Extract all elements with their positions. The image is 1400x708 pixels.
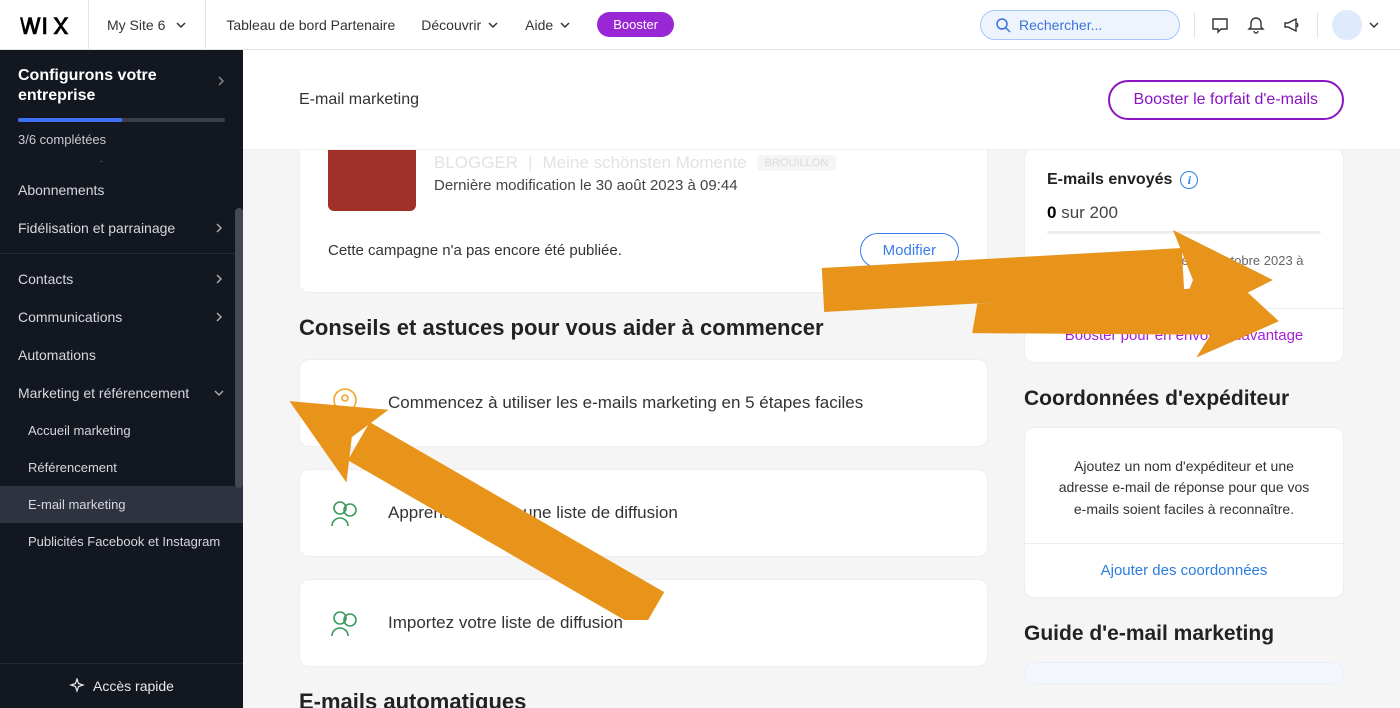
chevron-right-icon <box>213 311 225 323</box>
inbox-icon[interactable] <box>1209 14 1231 36</box>
avatar <box>1332 10 1362 40</box>
sidebar-setup[interactable]: Configurons votre entreprise 3/6 complét… <box>0 50 243 161</box>
campaign-card: BLOGGER | Meine schönsten Momente BROUIL… <box>299 128 988 293</box>
account-menu[interactable] <box>1332 10 1380 40</box>
setup-title: Configurons votre entreprise <box>18 66 225 106</box>
chevron-down-icon <box>1368 19 1380 31</box>
nav-discover[interactable]: Découvrir <box>421 17 499 33</box>
page-title: E-mail marketing <box>299 91 419 109</box>
guide-card-top <box>1024 662 1344 684</box>
sidebar-nav: Formules de paiement Abonnements Fidélis… <box>0 161 243 663</box>
quick-access[interactable]: Accès rapide <box>0 663 243 708</box>
emails-sent-card: E-mails envoyés i 0 sur 200 Ce solde ser… <box>1024 148 1344 363</box>
draft-badge: BROUILLON <box>757 155 837 171</box>
edit-campaign-button[interactable]: Modifier <box>860 233 959 268</box>
chevron-right-icon <box>213 222 225 234</box>
chevron-down-icon <box>559 19 571 31</box>
sidebar-sub-seo[interactable]: Référencement <box>0 449 243 486</box>
sidebar-item-loyalty[interactable]: Fidélisation et parrainage <box>0 209 243 247</box>
divider <box>0 253 243 254</box>
boost-more-link[interactable]: Booster pour en envoyer davantage <box>1047 327 1321 344</box>
sidebar-item-automations[interactable]: Automations <box>0 336 243 374</box>
topbar: My Site 6 Tableau de bord Partenaire Déc… <box>0 0 1400 50</box>
tip-get-started[interactable]: Commencez à utiliser les e-mails marketi… <box>299 359 988 447</box>
tips-heading: Conseils et astuces pour vous aider à co… <box>299 315 988 341</box>
chevron-right-icon <box>215 74 227 92</box>
sidebar-item-contacts[interactable]: Contacts <box>0 260 243 298</box>
emails-sent-title: E-mails envoyés i <box>1047 171 1321 189</box>
sidebar-item-marketing[interactable]: Marketing et référencement <box>0 374 243 412</box>
campaign-title: Meine schönsten Momente <box>543 153 747 173</box>
add-sender-link[interactable]: Ajouter des coordonnées <box>1047 562 1321 579</box>
search-icon <box>995 17 1011 33</box>
divider <box>1025 308 1343 309</box>
chevron-down-icon <box>175 19 187 31</box>
boost-button[interactable]: Booster <box>597 12 674 37</box>
emails-sent-count: 0 sur 200 <box>1047 203 1321 223</box>
emails-sent-bar <box>1047 231 1321 234</box>
sidebar-sub-marketing-home[interactable]: Accueil marketing <box>0 412 243 449</box>
nav-partner-dashboard[interactable]: Tableau de bord Partenaire <box>226 17 395 33</box>
sparkle-icon <box>69 678 85 694</box>
sidebar-item-communications[interactable]: Communications <box>0 298 243 336</box>
divider <box>1025 543 1343 544</box>
guide-heading: Guide d'e-mail marketing <box>1024 622 1344 646</box>
setup-count: 3/6 complétées <box>18 132 225 147</box>
sender-body: Ajoutez un nom d'expéditeur et une adres… <box>1047 450 1321 525</box>
sidebar-item-subscriptions[interactable]: Abonnements <box>0 171 243 209</box>
sender-card: Ajoutez un nom d'expéditeur et une adres… <box>1024 427 1344 598</box>
nav-help[interactable]: Aide <box>525 17 571 33</box>
tip-create-list[interactable]: Apprenez à créer une liste de diffusion <box>299 469 988 557</box>
scrollbar-thumb[interactable] <box>235 208 243 488</box>
wix-logo[interactable] <box>20 10 78 40</box>
campaign-status: Cette campagne n'a pas encore été publié… <box>328 242 622 259</box>
right-column: Fo E-mails envoyés i 0 sur 200 Ce solde … <box>1024 100 1344 708</box>
top-nav: Tableau de bord Partenaire Découvrir Aid… <box>206 12 674 37</box>
people-icon <box>328 496 362 530</box>
setup-progress <box>18 118 225 122</box>
sender-heading: Coordonnées d'expéditeur <box>1024 387 1344 411</box>
main-column: BLOGGER | Meine schönsten Momente BROUIL… <box>299 100 988 708</box>
sidebar-sub-fb-ig-ads[interactable]: Publicités Facebook et Instagram <box>0 523 243 560</box>
tip-import-list[interactable]: Importez votre liste de diffusion <box>299 579 988 667</box>
chevron-right-icon <box>213 273 225 285</box>
people-icon <box>328 606 362 640</box>
boost-plan-button[interactable]: Booster le forfait d'e-mails <box>1108 80 1344 120</box>
campaign-last-modified: Dernière modification le 30 août 2023 à … <box>434 177 959 194</box>
bell-icon[interactable] <box>1245 14 1267 36</box>
site-selector[interactable]: My Site 6 <box>88 0 206 50</box>
chevron-down-icon <box>487 19 499 31</box>
sidebar: Configurons votre entreprise 3/6 complét… <box>0 50 243 708</box>
rocket-icon <box>328 386 362 420</box>
sidebar-item-payments[interactable]: Formules de paiement <box>0 161 243 171</box>
main: BLOGGER | Meine schönsten Momente BROUIL… <box>243 50 1400 708</box>
chevron-down-icon <box>213 387 225 399</box>
auto-emails-heading: E-mails automatiques <box>299 689 988 708</box>
page-header: E-mail marketing Booster le forfait d'e-… <box>243 50 1400 150</box>
search-input[interactable]: Rechercher... <box>980 10 1180 40</box>
divider <box>1317 12 1318 38</box>
info-icon[interactable]: i <box>1180 171 1198 189</box>
sidebar-sub-email-marketing[interactable]: E-mail marketing <box>0 486 243 523</box>
megaphone-icon[interactable] <box>1281 14 1303 36</box>
divider <box>1194 12 1195 38</box>
emails-reset-note: Ce solde sera réinitialisé le 1 octobre … <box>1047 252 1321 290</box>
topbar-right: Rechercher... <box>980 10 1380 40</box>
search-placeholder: Rechercher... <box>1019 17 1102 33</box>
site-name: My Site 6 <box>107 17 165 33</box>
campaign-category: BLOGGER <box>434 153 518 173</box>
